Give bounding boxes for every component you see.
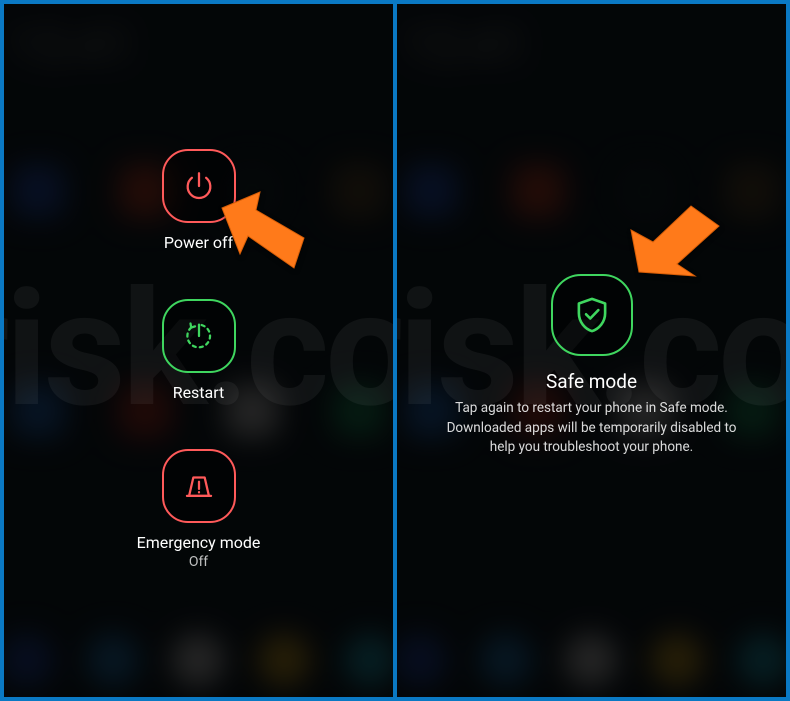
restart-label: Restart xyxy=(173,383,225,402)
safe-mode-description: Tap again to restart your phone in Safe … xyxy=(437,399,747,458)
emergency-button[interactable] xyxy=(162,449,236,523)
safe-mode-title: Safe mode xyxy=(546,370,637,393)
tutorial-frame: 15:41 risk.com xyxy=(0,0,790,701)
power-off-label: Power off xyxy=(164,233,233,252)
emergency-mode-option[interactable]: Emergency mode Off xyxy=(4,449,393,570)
restart-option[interactable]: Restart xyxy=(4,299,393,402)
power-off-option[interactable]: Power off xyxy=(4,149,393,252)
power-menu: Power off Restart xyxy=(4,4,393,697)
screenshot-safe-mode: 15:41 risk.com xyxy=(397,4,786,697)
screenshot-power-menu: 15:41 risk.com xyxy=(4,4,393,697)
power-icon xyxy=(182,169,216,203)
restart-icon xyxy=(182,319,216,353)
restart-button[interactable] xyxy=(162,299,236,373)
emergency-icon xyxy=(182,469,216,503)
safe-mode-button[interactable] xyxy=(551,274,633,356)
safe-mode-option[interactable]: Safe mode Tap again to restart your phon… xyxy=(397,274,786,458)
safe-mode-prompt: Safe mode Tap again to restart your phon… xyxy=(397,4,786,697)
emergency-sublabel: Off xyxy=(189,554,208,570)
power-off-button[interactable] xyxy=(162,149,236,223)
emergency-label: Emergency mode xyxy=(137,533,261,552)
shield-check-icon xyxy=(571,294,613,336)
